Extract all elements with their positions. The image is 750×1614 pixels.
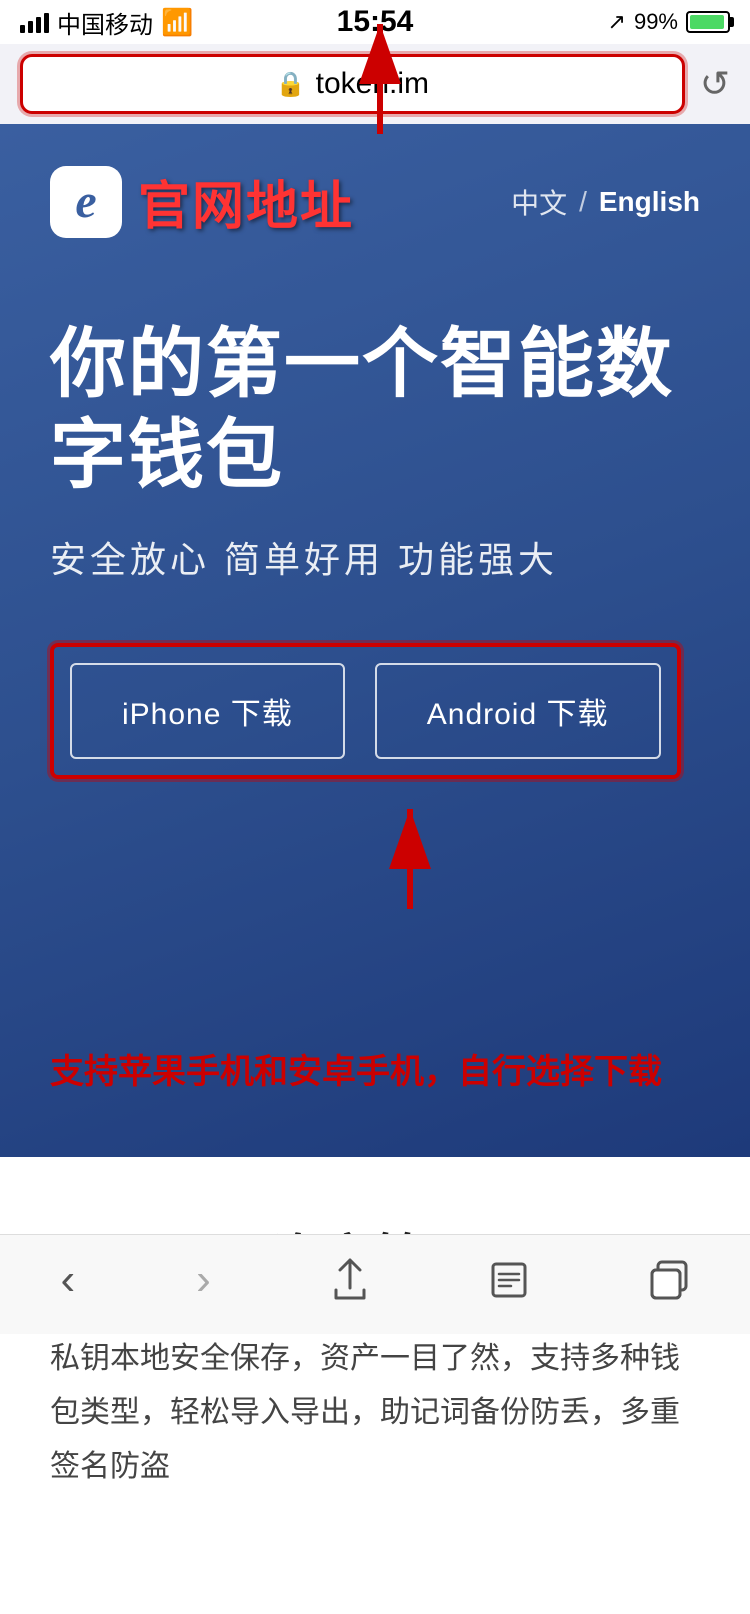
download-buttons-box: iPhone 下载 Android 下载	[50, 643, 681, 779]
nav-forward-button[interactable]: ›	[176, 1245, 231, 1315]
carrier-label: 中国移动	[57, 5, 153, 40]
language-switcher: 中文 / English	[511, 182, 700, 222]
battery-fill	[690, 15, 724, 29]
status-right: ↗ 99%	[608, 9, 730, 35]
lock-icon: 🔒	[276, 70, 306, 99]
download-buttons-wrapper: iPhone 下载 Android 下载	[50, 643, 700, 799]
nav-back-button[interactable]: ‹	[40, 1245, 95, 1315]
status-bar: 中国移动 📶 15:54 ↗ 99%	[0, 0, 750, 44]
nav-tabs-button[interactable]	[630, 1250, 710, 1310]
android-download-button[interactable]: Android 下载	[375, 663, 661, 759]
hero-subtitle: 安全放心 简单好用 功能强大	[50, 531, 700, 583]
url-bar[interactable]: 🔒 token.im	[20, 54, 685, 114]
location-icon: ↗	[608, 9, 626, 35]
arrow-to-buttons-container	[50, 799, 700, 929]
battery-icon	[686, 11, 730, 33]
nav-share-button[interactable]	[312, 1248, 388, 1312]
status-time: 15:54	[337, 5, 414, 39]
status-left: 中国移动 📶	[20, 5, 193, 40]
lang-divider: /	[579, 186, 587, 218]
iphone-download-button[interactable]: iPhone 下载	[70, 663, 345, 759]
logo-icon: e	[50, 166, 122, 238]
logo-area: e 官网地址	[50, 164, 354, 239]
hero-section: e 官网地址 中文 / English 你的第一个智能数字钱包 安全放心 简单好…	[0, 124, 750, 1157]
url-text[interactable]: token.im	[316, 67, 429, 101]
lang-english[interactable]: English	[599, 186, 700, 218]
battery-percent: 99%	[634, 9, 678, 35]
signal-icon	[20, 11, 49, 33]
refresh-button[interactable]: ↺	[700, 63, 730, 105]
hero-title: 你的第一个智能数字钱包	[50, 319, 700, 501]
browser-bar: 🔒 token.im ↺	[0, 44, 750, 124]
site-title: 官网地址	[138, 164, 354, 239]
annotation-text: 支持苹果手机和安卓手机，自行选择下载	[50, 1049, 700, 1097]
content-section: 资产管理 私钥本地安全保存，资产一目了然，支持多种钱包类型，轻松导入导出，助记词…	[0, 1157, 750, 1614]
site-header: e 官网地址 中文 / English	[50, 164, 700, 239]
lang-chinese[interactable]: 中文	[511, 182, 567, 222]
bottom-nav: ‹ ›	[0, 1234, 750, 1334]
section-body: 私钥本地安全保存，资产一目了然，支持多种钱包类型，轻松导入导出，助记词备份防丢，…	[50, 1332, 700, 1494]
nav-bookmarks-button[interactable]	[469, 1250, 549, 1310]
arrow-to-buttons	[350, 799, 470, 919]
wifi-icon: 📶	[161, 7, 193, 38]
